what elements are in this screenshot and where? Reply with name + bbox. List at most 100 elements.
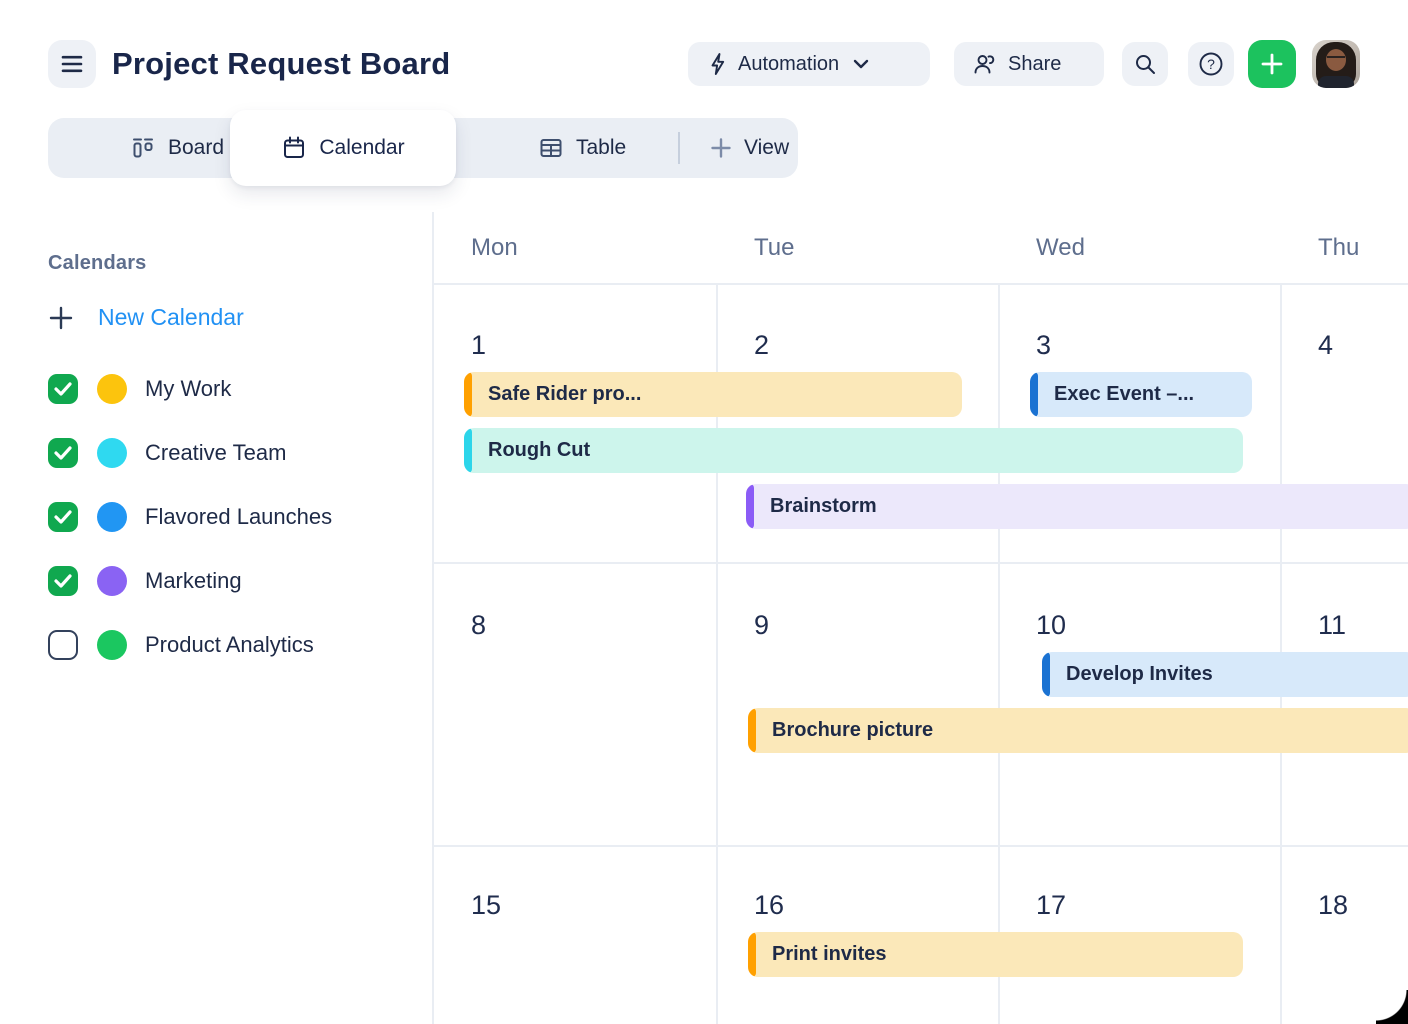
tab-table[interactable]: Table (538, 118, 626, 178)
app-window: Project Request Board Automation Share (0, 0, 1408, 1024)
search-icon (1133, 52, 1157, 76)
calendar-item-label: Creative Team (145, 440, 286, 466)
calendar-item-label: Flavored Launches (145, 504, 332, 530)
tab-board-label: Board (168, 136, 224, 160)
calendar-list-item[interactable]: My Work (48, 373, 231, 405)
automation-button[interactable]: Automation (688, 42, 930, 86)
calendar-item-label: Product Analytics (145, 632, 314, 658)
question-mark-icon: ? (1198, 51, 1224, 77)
user-avatar[interactable] (1312, 40, 1360, 88)
event-label: Brainstorm (770, 495, 877, 518)
board-icon (130, 135, 156, 161)
share-button[interactable]: Share (954, 42, 1104, 86)
calendars-heading: Calendars (48, 252, 147, 275)
svg-text:?: ? (1207, 56, 1215, 72)
plus-icon (1260, 52, 1284, 76)
date-number: 18 (1318, 890, 1348, 921)
event-accent-bar (748, 932, 756, 977)
calendar-icon (281, 135, 307, 161)
event-label: Develop Invites (1066, 663, 1213, 686)
event-label: Brochure picture (772, 719, 933, 742)
calendar-event[interactable]: Rough Cut (464, 428, 1243, 473)
checkbox-checked[interactable] (48, 566, 78, 596)
date-number: 15 (471, 890, 501, 921)
calendar-color-dot (97, 374, 127, 404)
view-tabbar: Board Calendar (48, 118, 798, 178)
calendar-event[interactable]: Develop Invites (1042, 652, 1408, 697)
new-calendar-label: New Calendar (98, 304, 244, 331)
calendar-item-label: My Work (145, 376, 231, 402)
automation-label: Automation (738, 53, 839, 76)
grid-header-line (433, 283, 1408, 285)
event-accent-bar (748, 708, 756, 753)
calendar-color-dot (97, 630, 127, 660)
calendar-list-item[interactable]: Product Analytics (48, 629, 314, 661)
search-button[interactable] (1122, 42, 1168, 86)
tab-add-view[interactable]: View (710, 118, 789, 178)
day-header-mon: Mon (471, 234, 518, 262)
day-header-thu: Thu (1318, 234, 1359, 262)
add-view-plus-icon (710, 137, 732, 159)
avatar-body (1318, 76, 1354, 88)
date-number: 1 (471, 330, 486, 361)
hamburger-menu-button[interactable] (48, 40, 96, 88)
event-accent-bar (1030, 372, 1038, 417)
calendar-event[interactable]: Exec Event –... (1030, 372, 1252, 417)
event-label: Print invites (772, 943, 886, 966)
day-header-wed: Wed (1036, 234, 1085, 262)
date-number: 17 (1036, 890, 1066, 921)
hamburger-icon (61, 55, 83, 73)
lightning-bolt-icon (706, 52, 728, 76)
tab-calendar-label: Calendar (319, 136, 404, 160)
tab-table-label: Table (576, 136, 626, 160)
calendar-event[interactable]: Brainstorm (746, 484, 1408, 529)
people-icon (972, 52, 998, 76)
window-corner (1376, 990, 1408, 1024)
tab-divider (678, 132, 680, 164)
page-title: Project Request Board (112, 46, 450, 82)
date-number: 4 (1318, 330, 1333, 361)
calendar-event[interactable]: Safe Rider pro... (464, 372, 962, 417)
calendar-color-dot (97, 566, 127, 596)
calendar-color-dot (97, 502, 127, 532)
day-header-tue: Tue (754, 234, 794, 262)
table-icon (538, 135, 564, 161)
help-button[interactable]: ? (1188, 42, 1234, 86)
date-number: 10 (1036, 610, 1066, 641)
checkbox-checked[interactable] (48, 438, 78, 468)
event-accent-bar (746, 484, 754, 529)
event-accent-bar (1042, 652, 1050, 697)
date-number: 8 (471, 610, 486, 641)
date-number: 3 (1036, 330, 1051, 361)
date-number: 2 (754, 330, 769, 361)
event-label: Rough Cut (488, 439, 590, 462)
new-calendar-plus-icon (48, 305, 74, 331)
calendar-item-label: Marketing (145, 568, 242, 594)
new-calendar-button[interactable]: New Calendar (48, 304, 244, 331)
date-number: 11 (1318, 610, 1346, 641)
calendar-color-dot (97, 438, 127, 468)
tab-view-label: View (744, 136, 789, 160)
calendar-list-item[interactable]: Creative Team (48, 437, 286, 469)
checkbox-checked[interactable] (48, 502, 78, 532)
event-accent-bar (464, 428, 472, 473)
tab-board[interactable]: Board (130, 118, 224, 178)
grid-row-line-1 (433, 562, 1408, 564)
event-label: Safe Rider pro... (488, 383, 641, 406)
event-accent-bar (464, 372, 472, 417)
create-new-button[interactable] (1248, 40, 1296, 88)
tab-calendar-active[interactable]: Calendar (230, 110, 456, 186)
checkbox-unchecked[interactable] (48, 630, 78, 660)
date-number: 16 (754, 890, 784, 921)
grid-col-line-2 (998, 283, 1000, 1024)
calendar-list-item[interactable]: Flavored Launches (48, 501, 332, 533)
avatar-glasses (1327, 56, 1345, 61)
calendar-event[interactable]: Print invites (748, 932, 1243, 977)
share-label: Share (1008, 53, 1061, 76)
calendar-event[interactable]: Brochure picture (748, 708, 1408, 753)
sidebar-grid-divider (432, 212, 434, 1024)
date-number: 9 (754, 610, 769, 641)
checkbox-checked[interactable] (48, 374, 78, 404)
calendar-list-item[interactable]: Marketing (48, 565, 242, 597)
event-label: Exec Event –... (1054, 383, 1194, 406)
